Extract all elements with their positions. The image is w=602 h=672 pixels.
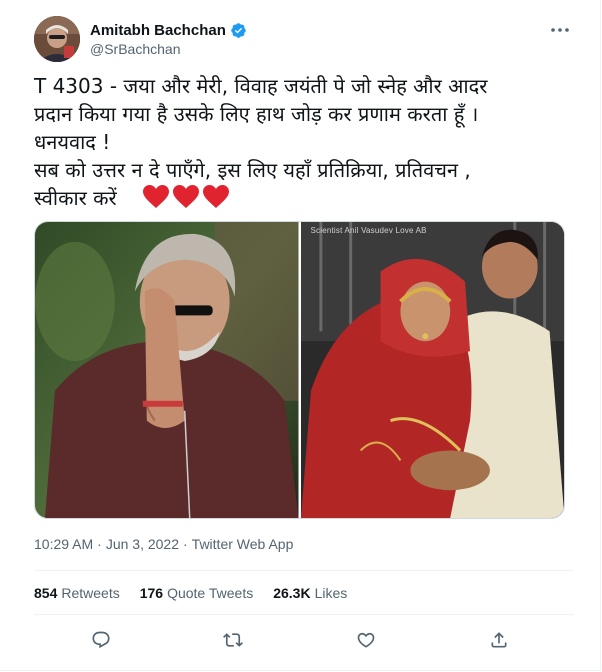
tweet-text: T 4303 - जया और मेरी, विवाह जयंती पे जो … <box>34 74 488 210</box>
photo-watermark: Scientist Anil Vasudev Love AB <box>310 226 427 235</box>
retweet-button[interactable] <box>218 626 248 654</box>
tweet-header: Amitabh Bachchan @SrBachchan <box>34 14 574 64</box>
retweet-icon <box>223 633 243 647</box>
tweet-source[interactable]: Twitter Web App <box>192 536 294 552</box>
display-name[interactable]: Amitabh Bachchan <box>90 22 226 39</box>
author-handle[interactable]: @SrBachchan <box>90 41 247 57</box>
photo-folded-hands[interactable] <box>35 222 299 518</box>
photo-wedding[interactable]: Scientist Anil Vasudev Love AB <box>300 222 564 518</box>
retweets-stat[interactable]: 854 Retweets <box>34 585 120 601</box>
reply-button[interactable] <box>86 626 116 654</box>
tweet-card: Amitabh Bachchan @SrBachchan T 4303 - जय… <box>0 0 601 671</box>
display-name-row: Amitabh Bachchan <box>90 20 247 40</box>
red-heart-icon <box>173 185 199 208</box>
likes-stat[interactable]: 26.3K Likes <box>273 585 347 601</box>
share-button[interactable] <box>484 626 514 654</box>
divider <box>34 570 574 571</box>
divider <box>34 614 574 615</box>
tweet-date[interactable]: Jun 3, 2022 <box>106 536 179 552</box>
tweet-timestamp: 10:29 AM · Jun 3, 2022 · Twitter Web App <box>34 536 293 552</box>
quote-tweets-stat[interactable]: 176 Quote Tweets <box>140 585 254 601</box>
like-icon <box>357 632 375 648</box>
reply-icon <box>92 631 110 649</box>
retweets-count: 854 <box>34 585 58 601</box>
likes-count: 26.3K <box>273 585 311 601</box>
more-options-icon[interactable] <box>546 20 574 40</box>
red-heart-icon <box>143 185 169 208</box>
meta-separator: · <box>97 536 102 552</box>
tweet-stats: 854 Retweets 176 Quote Tweets 26.3K Like… <box>34 585 347 601</box>
meta-separator: · <box>183 536 188 552</box>
likes-label: Likes <box>314 585 348 601</box>
tweet-actions <box>34 626 574 654</box>
author-names: Amitabh Bachchan @SrBachchan <box>90 20 247 57</box>
verified-badge-icon <box>230 22 247 39</box>
red-heart-icon <box>203 185 229 208</box>
tweet-media: Scientist Anil Vasudev Love AB <box>34 221 565 519</box>
avatar[interactable] <box>34 16 80 62</box>
retweets-label: Retweets <box>61 585 120 601</box>
emoji-hearts <box>143 185 229 209</box>
share-icon <box>491 632 507 648</box>
quote-tweets-count: 176 <box>139 585 164 601</box>
tweet-time[interactable]: 10:29 AM <box>34 536 93 552</box>
like-button[interactable] <box>351 626 381 654</box>
quote-tweets-label: Quote Tweets <box>167 585 254 601</box>
